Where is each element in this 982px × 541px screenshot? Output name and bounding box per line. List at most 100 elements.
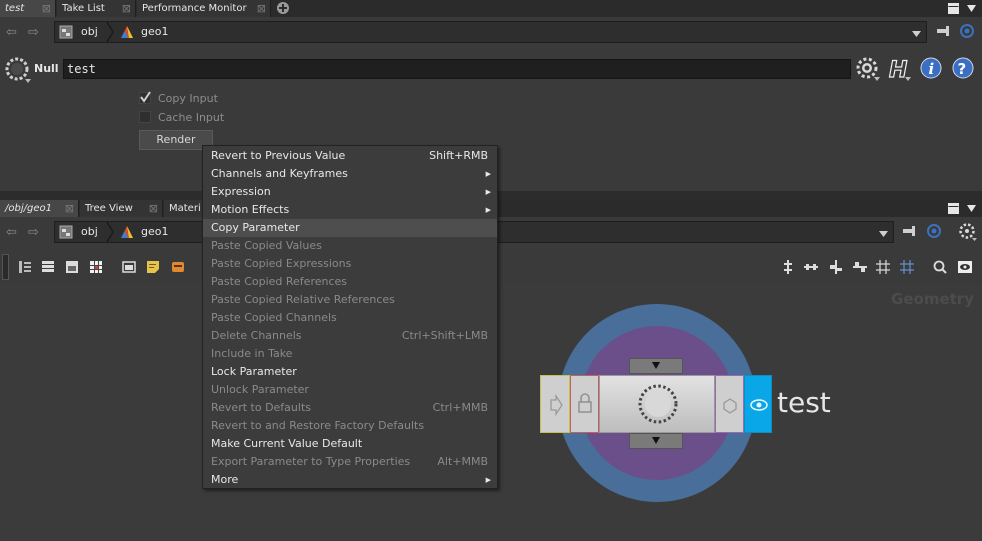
snap-vertical-icon[interactable] (829, 260, 843, 274)
menu-item-revert-previous[interactable]: Revert to Previous Value Shift+RMB (203, 147, 497, 165)
close-tab-icon[interactable]: ⊠ (42, 0, 51, 17)
houdini-h-icon[interactable]: H (887, 56, 913, 84)
maximize-pane-icon[interactable] (948, 203, 959, 214)
submenu-arrow-icon: ▶ (485, 170, 491, 178)
link-target-icon[interactable] (960, 24, 974, 38)
menu-item-paste-values[interactable]: Paste Copied Values (203, 237, 497, 255)
network-box-icon[interactable] (122, 260, 136, 274)
menu-item-export-to-type-properties[interactable]: Export Parameter to Type Properties Alt+… (203, 453, 497, 471)
menu-item-revert-defaults[interactable]: Revert to Defaults Ctrl+MMB (203, 399, 497, 417)
help-icon[interactable]: ? (952, 57, 974, 79)
snap-horizontal-icon[interactable] (853, 260, 867, 274)
menu-item-lock-parameter[interactable]: Lock Parameter (203, 363, 497, 381)
menu-item-expression[interactable]: Expression ▶ (203, 183, 497, 201)
display-options-icon[interactable] (957, 259, 973, 275)
menu-item-label: Make Current Value Default (211, 437, 363, 450)
grid-view-icon[interactable] (89, 260, 103, 274)
obj-network-icon (59, 25, 73, 39)
parameter-header: Null test H i ? (0, 52, 982, 86)
crumb-geo1[interactable]: geo1 (141, 224, 168, 240)
tab-parameters[interactable]: test ⊠ (0, 0, 56, 17)
menu-item-restore-factory-defaults[interactable]: Revert to and Restore Factory Defaults (203, 417, 497, 435)
geo-node-icon (119, 25, 135, 39)
display-flag[interactable] (744, 375, 772, 433)
menu-item-paste-relative-references[interactable]: Paste Copied Relative References (203, 291, 497, 309)
grid-snap-icon[interactable] (876, 260, 890, 274)
back-arrow-icon[interactable]: ⇦ (6, 225, 17, 240)
pane-menu-icon[interactable] (966, 3, 977, 14)
menu-item-label: Paste Copied Expressions (211, 257, 352, 270)
menu-item-copy-parameter[interactable]: Copy Parameter (203, 219, 497, 237)
menu-item-unlock-parameter[interactable]: Unlock Parameter (203, 381, 497, 399)
node-name-input[interactable]: test (63, 59, 851, 79)
list-view-icon[interactable] (18, 260, 32, 274)
menu-item-paste-references[interactable]: Paste Copied References (203, 273, 497, 291)
pin-icon[interactable] (936, 24, 952, 38)
info-icon[interactable]: i (920, 57, 942, 79)
show-grid-icon[interactable] (900, 260, 914, 274)
close-tab-icon[interactable]: ⊠ (122, 0, 131, 17)
tab-label: Materi (169, 203, 201, 214)
subnet-box-icon[interactable] (171, 260, 185, 274)
stack-view-icon[interactable] (41, 260, 55, 274)
crumb-geo1[interactable]: geo1 (141, 24, 168, 40)
null-node-icon[interactable] (5, 57, 31, 83)
menu-item-label: Paste Copied Values (211, 239, 322, 252)
link-target-icon[interactable] (927, 224, 941, 238)
top-path-bar: ⇦ ⇨ obj geo1 (0, 18, 982, 46)
path-dropdown-icon[interactable] (912, 28, 921, 41)
align-vertical-icon[interactable] (781, 260, 795, 274)
menu-item-label: Revert to Previous Value (211, 149, 346, 162)
tab-material-palette[interactable]: Materi (164, 200, 204, 217)
detail-view-icon[interactable] (65, 260, 79, 274)
forward-arrow-icon[interactable]: ⇨ (28, 225, 39, 240)
sticky-note-icon[interactable] (146, 260, 160, 274)
gear-icon[interactable] (959, 223, 977, 241)
cache-input-checkbox[interactable] (139, 111, 151, 123)
tab-tree-view[interactable]: Tree View ⊠ (80, 200, 163, 217)
tab-performance-monitor[interactable]: Performance Monitor ⊠ (137, 0, 271, 17)
null-node[interactable] (540, 375, 772, 433)
menu-item-shortcut: Ctrl+MMB (432, 401, 488, 414)
add-tab-icon[interactable] (276, 1, 290, 15)
pane-menu-icon[interactable] (966, 203, 977, 214)
menu-item-motion-effects[interactable]: Motion Effects ▶ (203, 201, 497, 219)
path-field[interactable]: obj geo1 (54, 21, 927, 43)
menu-item-paste-expressions[interactable]: Paste Copied Expressions (203, 255, 497, 273)
crumb-obj[interactable]: obj (81, 24, 98, 40)
menu-item-delete-channels[interactable]: Delete Channels Ctrl+Shift+LMB (203, 327, 497, 345)
crumb-separator-icon (106, 22, 114, 42)
node-body[interactable] (599, 375, 715, 433)
pin-icon[interactable] (902, 224, 918, 238)
menu-item-include-in-take[interactable]: Include in Take (203, 345, 497, 363)
zoom-icon[interactable] (933, 260, 947, 274)
bypass-flag[interactable] (540, 375, 570, 433)
tab-take-list[interactable]: Take List ⊠ (57, 0, 136, 17)
close-tab-icon[interactable]: ⊠ (257, 0, 266, 17)
menu-item-label: Paste Copied References (211, 275, 348, 288)
crumb-obj[interactable]: obj (81, 224, 98, 240)
template-flag[interactable] (715, 375, 744, 433)
menu-item-label: Lock Parameter (211, 365, 297, 378)
menu-item-channels-keyframes[interactable]: Channels and Keyframes ▶ (203, 165, 497, 183)
tab-network-view[interactable]: /obj/geo1 ⊠ (0, 200, 79, 217)
back-arrow-icon[interactable]: ⇦ (6, 25, 17, 40)
tab-label: Tree View (85, 203, 133, 214)
menu-item-make-default[interactable]: Make Current Value Default (203, 435, 497, 453)
maximize-pane-icon[interactable] (948, 3, 959, 14)
gear-icon[interactable] (856, 57, 880, 81)
forward-arrow-icon[interactable]: ⇨ (28, 25, 39, 40)
menu-item-paste-channels[interactable]: Paste Copied Channels (203, 309, 497, 327)
path-dropdown-icon[interactable] (879, 228, 888, 241)
align-horizontal-icon[interactable] (804, 260, 818, 274)
toolbar-handle[interactable] (2, 254, 9, 280)
menu-item-more[interactable]: More ▶ (203, 471, 497, 489)
menu-item-label: Paste Copied Relative References (211, 293, 395, 306)
node-input-connector[interactable] (629, 358, 683, 374)
close-tab-icon[interactable]: ⊠ (149, 200, 158, 217)
copy-input-checkbox[interactable] (139, 91, 151, 104)
node-output-connector[interactable] (629, 433, 683, 449)
node-name-label: test (777, 386, 831, 419)
close-tab-icon[interactable]: ⊠ (65, 200, 74, 217)
lock-flag[interactable] (570, 375, 599, 433)
